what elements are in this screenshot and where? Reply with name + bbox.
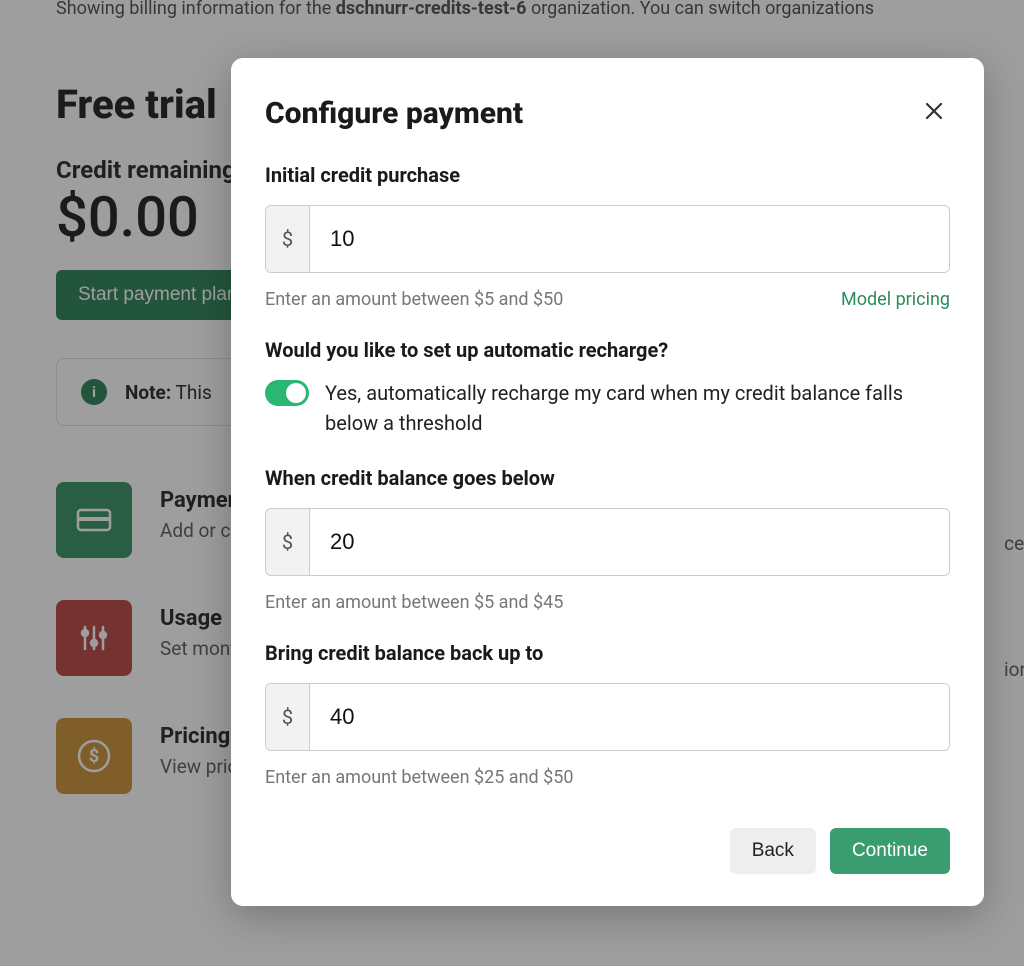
- threshold-hint: Enter an amount between $5 and $45: [265, 592, 563, 613]
- topup-label: Bring credit balance back up to: [265, 641, 950, 665]
- threshold-input-group: $: [265, 508, 950, 576]
- configure-payment-modal: Configure payment Initial credit purchas…: [231, 58, 984, 906]
- initial-credit-label: Initial credit purchase: [265, 163, 950, 187]
- dollar-sign-prefix: $: [266, 684, 310, 750]
- model-pricing-link[interactable]: Model pricing: [841, 289, 950, 310]
- auto-recharge-toggle[interactable]: [265, 380, 309, 406]
- continue-button[interactable]: Continue: [830, 828, 950, 874]
- close-icon: [924, 101, 944, 121]
- back-button[interactable]: Back: [730, 828, 816, 874]
- initial-credit-hint: Enter an amount between $5 and $50: [265, 289, 563, 310]
- close-button[interactable]: [918, 96, 950, 128]
- initial-credit-input-group: $: [265, 205, 950, 273]
- threshold-label: When credit balance goes below: [265, 466, 950, 490]
- auto-recharge-toggle-label: Yes, automatically recharge my card when…: [325, 378, 950, 438]
- modal-title: Configure payment: [265, 96, 523, 131]
- dollar-sign-prefix: $: [266, 206, 310, 272]
- initial-credit-input[interactable]: [310, 206, 949, 272]
- topup-hint: Enter an amount between $25 and $50: [265, 767, 574, 788]
- dollar-sign-prefix: $: [266, 509, 310, 575]
- topup-input[interactable]: [310, 684, 949, 750]
- recharge-question-label: Would you like to set up automatic recha…: [265, 338, 950, 362]
- threshold-input[interactable]: [310, 509, 949, 575]
- topup-input-group: $: [265, 683, 950, 751]
